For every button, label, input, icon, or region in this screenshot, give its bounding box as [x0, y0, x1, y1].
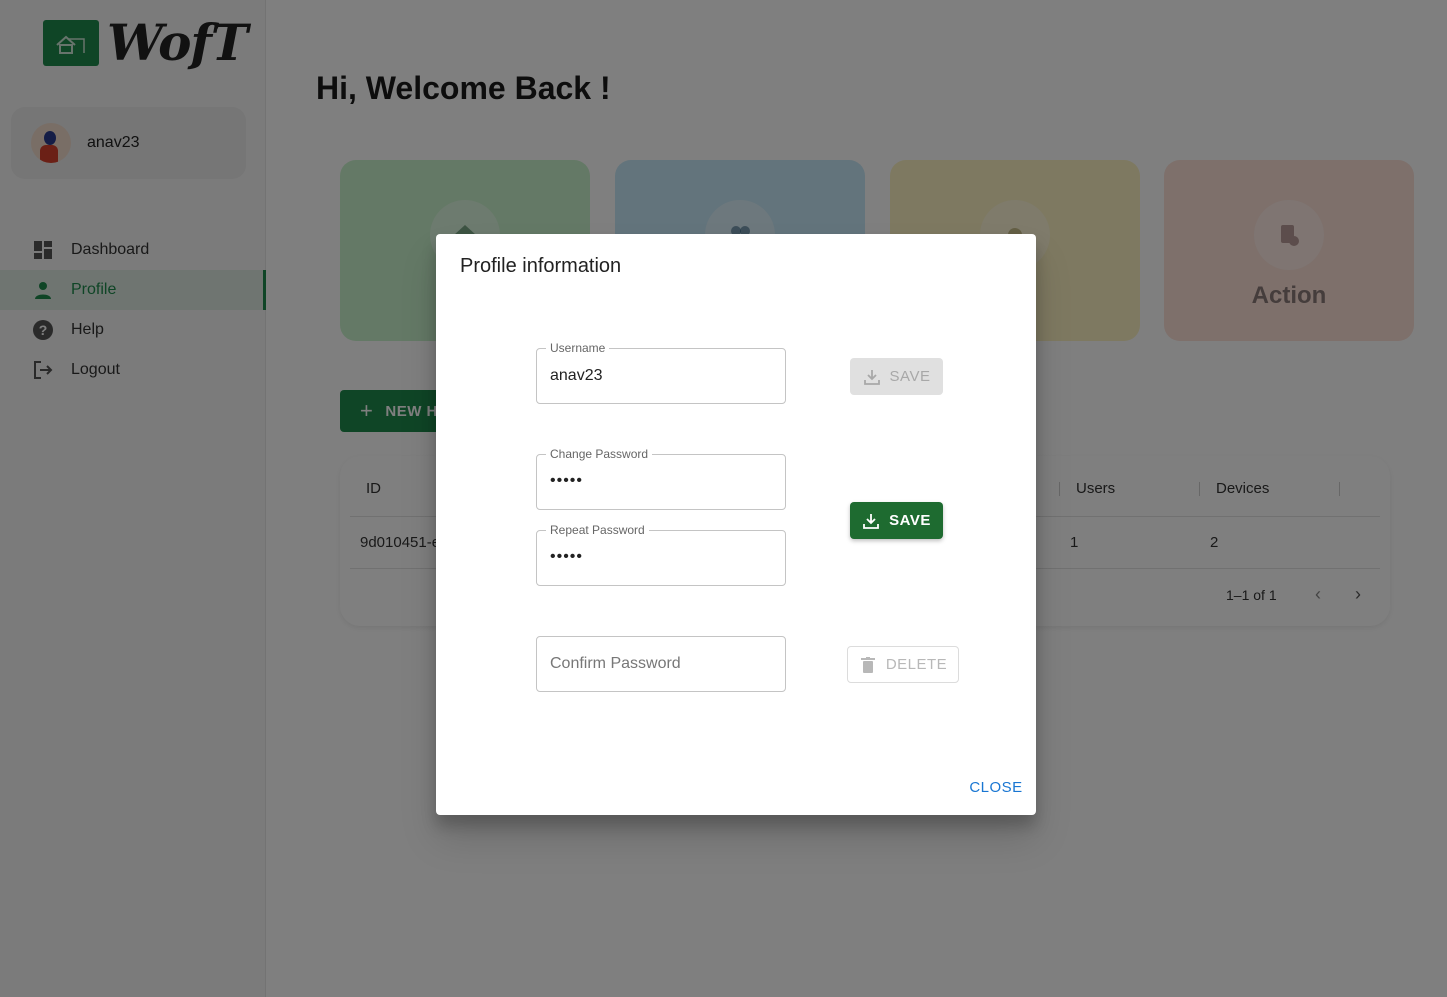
username-value[interactable]: anav23	[550, 367, 603, 385]
save-username-label: SAVE	[889, 368, 931, 385]
change-password-value[interactable]: •••••	[550, 472, 583, 490]
download-icon	[863, 368, 881, 386]
profile-dialog: Profile information Username anav23 SAVE…	[436, 234, 1036, 815]
username-field[interactable]: Username anav23	[536, 341, 786, 404]
close-button[interactable]: CLOSE	[956, 774, 1036, 800]
confirm-password-field[interactable]: Confirm Password	[536, 636, 786, 692]
save-password-button[interactable]: SAVE	[850, 502, 943, 539]
repeat-password-label: Repeat Password	[546, 523, 649, 537]
save-password-label: SAVE	[889, 512, 931, 529]
username-label: Username	[546, 341, 610, 355]
trash-icon	[859, 656, 877, 674]
delete-account-button[interactable]: DELETE	[847, 646, 959, 683]
confirm-password-placeholder[interactable]: Confirm Password	[550, 655, 681, 673]
repeat-password-value[interactable]: •••••	[550, 548, 583, 566]
download-icon	[862, 512, 880, 530]
save-username-button[interactable]: SAVE	[850, 358, 943, 395]
change-password-label: Change Password	[546, 447, 653, 461]
repeat-password-field[interactable]: Repeat Password •••••	[536, 523, 786, 586]
change-password-field[interactable]: Change Password •••••	[536, 447, 786, 510]
dialog-title: Profile information	[460, 255, 622, 277]
delete-label: DELETE	[885, 656, 948, 673]
